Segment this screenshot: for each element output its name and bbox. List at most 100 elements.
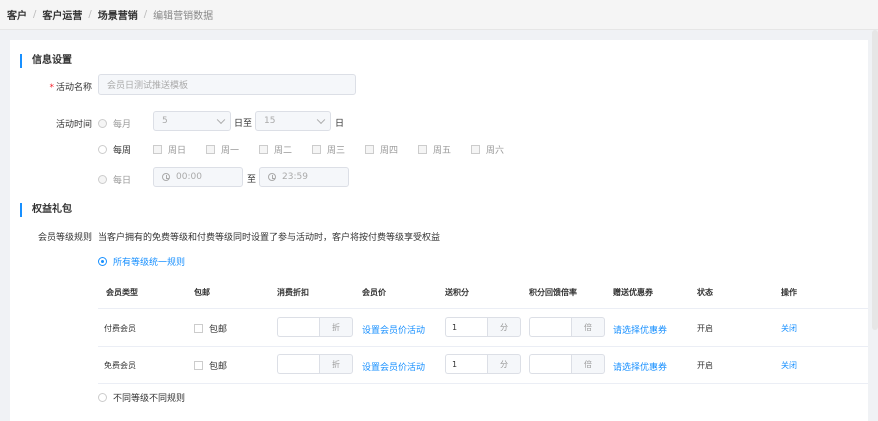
th-member-price: 会员价 <box>362 288 386 297</box>
breadcrumb-separator: / <box>33 9 37 20</box>
monthly-end-value: 15 <box>264 116 276 126</box>
breadcrumb-item-customer[interactable]: 客户 <box>7 7 27 22</box>
checkbox-sunday[interactable]: 周日 <box>153 143 186 156</box>
day-to-text: 日至 <box>234 119 253 129</box>
checkbox-wednesday[interactable]: 周三 <box>312 143 345 156</box>
set-member-price-link[interactable]: 设置会员价活动 <box>362 360 425 373</box>
checkbox-box <box>312 145 321 154</box>
radio-dot <box>98 175 107 184</box>
time-end-picker[interactable]: 23:59 <box>259 167 349 187</box>
table-divider <box>98 383 868 384</box>
member-rule-description: 当客户拥有的免费等级和付费等级同时设置了参与活动时，客户将按付费等级享受权益 <box>98 233 441 243</box>
section-title-info: 信息设置 <box>20 54 72 68</box>
discount-unit: 折 <box>319 354 353 374</box>
cell-status: 开启 <box>697 324 713 333</box>
breadcrumb-item-operation[interactable]: 客户运营 <box>42 7 82 22</box>
activity-name-label-text: 活动名称 <box>55 83 92 93</box>
main-panel: 信息设置 * 活动名称 会员日测试推送模板 活动时间 每月 5 日至 15 日 每… <box>10 40 868 421</box>
to-text: 至 <box>247 175 257 185</box>
rate-unit: 倍 <box>571 317 605 337</box>
th-points: 送积分 <box>445 288 469 297</box>
checkbox-box <box>194 324 203 333</box>
checkbox-box <box>153 145 162 154</box>
monthly-end-select[interactable]: 15 <box>255 111 331 131</box>
checkbox-saturday[interactable]: 周六 <box>471 143 504 156</box>
checkbox-box <box>206 145 215 154</box>
checkbox-label: 包邮 <box>209 362 228 372</box>
discount-input-group[interactable]: 折 <box>277 317 353 337</box>
monthly-start-select[interactable]: 5 <box>153 111 231 131</box>
checkbox-thursday[interactable]: 周四 <box>365 143 398 156</box>
cell-status: 开启 <box>697 361 713 370</box>
radio-unified-rule-label: 所有等级统一规则 <box>113 258 186 268</box>
points-input[interactable]: 1 <box>445 354 487 374</box>
section-title-benefits: 权益礼包 <box>20 203 72 217</box>
breadcrumb-separator: / <box>88 9 92 20</box>
radio-dot <box>98 119 107 128</box>
radio-unified-rule[interactable]: 所有等级统一规则 <box>98 255 185 268</box>
rate-input-group[interactable]: 倍 <box>529 354 605 374</box>
activity-time-label: 活动时间 <box>55 120 92 130</box>
cell-member-type: 付费会员 <box>104 324 136 333</box>
breadcrumb-item-current: 编辑营销数据 <box>153 11 214 22</box>
breadcrumb-item-scene-marketing[interactable]: 场景营销 <box>98 7 138 22</box>
time-start-value: 00:00 <box>176 172 202 182</box>
checkbox-tuesday[interactable]: 周二 <box>259 143 292 156</box>
discount-input-group[interactable]: 折 <box>277 354 353 374</box>
radio-daily[interactable]: 每日 <box>98 173 131 186</box>
table-divider <box>98 346 868 347</box>
discount-input[interactable] <box>277 317 319 337</box>
radio-weekly[interactable]: 每周 <box>98 143 131 156</box>
th-points-rate: 积分回馈倍率 <box>529 288 577 297</box>
clock-icon <box>268 173 276 181</box>
monthly-start-value: 5 <box>162 116 168 126</box>
select-coupon-link[interactable]: 请选择优惠券 <box>613 323 667 336</box>
points-input-group[interactable]: 1分 <box>445 354 521 374</box>
activity-name-input[interactable]: 会员日测试推送模板 <box>98 74 356 95</box>
checkbox-free-shipping[interactable]: 包邮 <box>194 359 227 372</box>
required-mark: * <box>49 83 54 93</box>
chevron-down-icon <box>316 115 326 125</box>
checkbox-free-shipping[interactable]: 包邮 <box>194 322 227 335</box>
set-member-price-link[interactable]: 设置会员价活动 <box>362 323 425 336</box>
clock-icon <box>162 173 170 181</box>
breadcrumb-separator: / <box>143 9 148 20</box>
checkbox-friday[interactable]: 周五 <box>418 143 451 156</box>
checkbox-label: 周二 <box>274 146 293 156</box>
th-action: 操作 <box>781 288 797 297</box>
points-input[interactable]: 1 <box>445 317 487 337</box>
rate-input[interactable] <box>529 354 571 374</box>
radio-different-rule[interactable]: 不同等级不同规则 <box>98 391 185 404</box>
radio-dot <box>98 257 107 266</box>
checkbox-monday[interactable]: 周一 <box>206 143 239 156</box>
chevron-down-icon <box>216 115 226 125</box>
time-start-picker[interactable]: 00:00 <box>153 167 243 187</box>
discount-unit: 折 <box>319 317 353 337</box>
scrollbar[interactable] <box>872 30 878 330</box>
checkbox-label: 周四 <box>380 146 399 156</box>
checkbox-label: 包邮 <box>209 325 228 335</box>
cell-member-type: 免费会员 <box>104 361 136 370</box>
th-status: 状态 <box>697 288 713 297</box>
checkbox-box <box>471 145 480 154</box>
checkbox-label: 周三 <box>327 146 346 156</box>
rate-input[interactable] <box>529 317 571 337</box>
breadcrumb: 客户 / 客户运营 / 场景营销 / 编辑营销数据 <box>0 0 878 30</box>
select-coupon-link[interactable]: 请选择优惠券 <box>613 360 667 373</box>
discount-input[interactable] <box>277 354 319 374</box>
member-rule-label: 会员等级规则 <box>37 233 92 243</box>
radio-dot <box>98 145 107 154</box>
checkbox-box <box>365 145 374 154</box>
rate-input-group[interactable]: 倍 <box>529 317 605 337</box>
close-action-link[interactable]: 关闭 <box>781 360 797 371</box>
th-discount: 消费折扣 <box>277 288 309 297</box>
points-input-group[interactable]: 1分 <box>445 317 521 337</box>
radio-monthly[interactable]: 每月 <box>98 117 131 130</box>
th-shipping: 包邮 <box>194 288 210 297</box>
table-divider <box>98 308 868 309</box>
checkbox-label: 周五 <box>433 146 452 156</box>
checkbox-box <box>194 361 203 370</box>
close-action-link[interactable]: 关闭 <box>781 323 797 334</box>
th-coupon: 赠送优惠券 <box>613 288 653 297</box>
radio-dot <box>98 393 107 402</box>
